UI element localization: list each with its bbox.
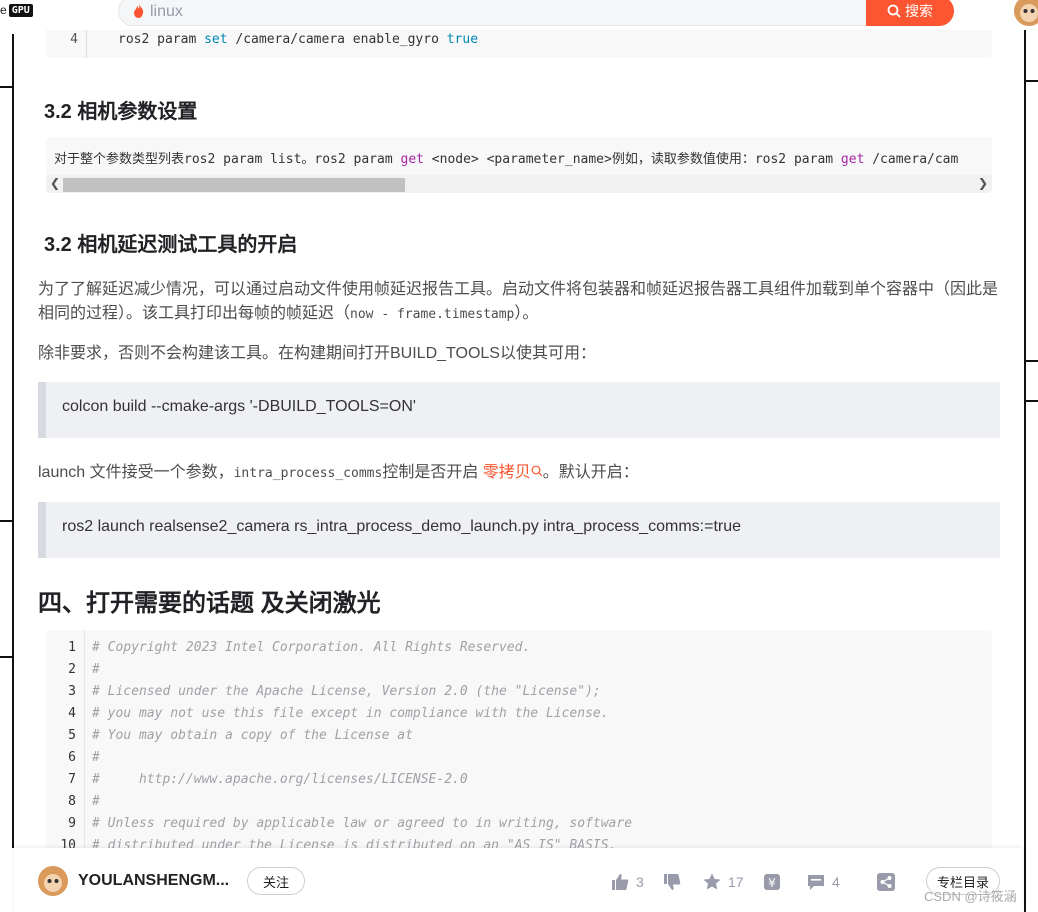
line-number: 8 [68,794,76,809]
frame-tick [1026,360,1038,362]
horizontal-scrollbar[interactable]: ❮ ❯ [46,175,992,193]
dislike-button[interactable] [662,872,682,892]
command-quote-build: colcon build --cmake-args '-DBUILD_TOOLS… [38,382,1000,438]
line-number: 6 [68,750,76,765]
frame-tick [1026,400,1038,402]
command-text: ros2 launch realsense2_camera rs_intra_p… [62,518,742,535]
search-input[interactable] [150,2,850,22]
paragraph-launch-param: launch 文件接受一个参数，intra_process_comms控制是否开… [38,464,639,481]
watermark: CSDN @诗筱涵 [924,889,1017,904]
search-button[interactable]: 搜索 [866,0,954,26]
code-line: 4 # you may not use this file except in c… [46,706,992,728]
line-number: 9 [68,816,76,831]
yuan-icon: ¥ [764,874,780,890]
author-avatar[interactable] [38,866,68,896]
flame-icon [134,4,144,18]
command-quote-launch: ros2 launch realsense2_camera rs_intra_p… [38,502,1000,558]
top-toolbar: e GPU 搜索 [0,0,1038,30]
code-line: 8 # [46,794,992,816]
favorite-count: 17 [728,874,744,890]
share-button[interactable] [876,872,896,892]
author-avatar-icon [38,866,68,896]
code-line: 2 # [46,662,992,684]
favorite-button[interactable]: 17 [702,872,744,892]
search-link-icon[interactable] [531,465,543,477]
code-comment: # [92,750,100,765]
follow-button[interactable]: 关注 [247,867,305,895]
code-line: ros2 param set /camera/camera enable_gyr… [118,32,479,47]
comment-button[interactable]: 4 [806,872,840,892]
code-block-license: 1 # Copyright 2023 Intel Corporation. All… [46,630,992,848]
paragraph-build-tools: 除非要求，否则不会构建该工具。在构建期间打开BUILD_TOOLS以使其可用： [38,345,596,362]
line-number: 3 [68,684,76,699]
code-line: 3 # Licensed under the Apache License, Ve… [46,684,992,706]
code-line: 7 # http://www.apache.org/licenses/LICENS… [46,772,992,794]
code-comment: # Licensed under the Apache License, Ver… [92,684,601,699]
gpu-badge: GPU [8,3,33,17]
share-icon [877,873,895,891]
search-button-label: 搜索 [905,3,933,19]
section-heading-latency-tool: 3.2 相机延迟测试工具的开启 [44,234,298,256]
zero-copy-link[interactable]: 零拷贝 [483,464,531,481]
code-comment: # You may obtain a copy of the License a… [92,728,413,743]
comment-count: 4 [832,874,840,890]
section-heading-camera-params: 3.2 相机参数设置 [44,101,198,123]
section-heading-topics: 四、打开需要的话题 及关闭激光 [38,590,381,617]
code-line: 10 # distributed under the License is dis… [46,838,992,848]
frame-tick [0,656,12,658]
avatar-image-icon [1014,0,1038,26]
reward-button[interactable]: ¥ [762,872,782,892]
code-line: 6 # [46,750,992,772]
star-icon [703,873,721,890]
command-text: colcon build --cmake-args '-DBUILD_TOOLS… [62,398,416,415]
brand-prefix: e [0,3,7,17]
inline-code-text: 对于整个参数类型列表ros2 param list。ros2 param get… [54,152,959,167]
code-line: 9 # Unless required by applicable law or … [46,816,992,838]
code-comment: # distributed under the License is distr… [92,838,617,848]
frame-tick [1026,80,1038,82]
frame-tick [0,520,12,522]
search-icon [887,4,901,18]
scroll-right-arrow-icon[interactable]: ❯ [978,176,988,190]
paragraph-latency-intro: 为了了解延迟减少情况，可以通过启动文件使用帧延迟报告工具。启动文件将包装器和帧延… [38,281,999,322]
author-name[interactable]: YOULANSHENGM... [78,872,229,890]
bottom-action-bar: YOULANSHENGM... 关注 3 17 ¥ 4 专栏目录 CSDN @诗… [14,848,1022,912]
code-comment: # http://www.apache.org/licenses/LICENSE… [92,772,468,787]
user-avatar[interactable] [1014,0,1038,26]
scroll-left-arrow-icon[interactable]: ❮ [50,176,60,190]
svg-text:¥: ¥ [768,876,776,890]
code-comment: # [92,662,100,677]
frame-tick [0,86,12,88]
right-frame [1024,30,1038,912]
code-comment: # you may not use this file except in co… [92,706,609,721]
line-number: 1 [68,640,76,655]
comment-icon [808,875,824,890]
code-comment: # Unless required by applicable law or a… [92,816,633,831]
line-number: 5 [68,728,76,743]
thumbs-up-icon [612,874,629,890]
code-comment: # [92,794,100,809]
line-number: 2 [68,662,76,677]
article-content: 4 ros2 param set /camera/camera enable_g… [14,30,1022,848]
code-line: 1 # Copyright 2023 Intel Corporation. All… [46,640,992,662]
like-count: 3 [636,874,644,890]
like-button[interactable]: 3 [610,872,644,892]
line-number: 4 [70,32,78,47]
gpu-brand[interactable]: e GPU [0,3,33,17]
code-block-top: 4 ros2 param set /camera/camera enable_g… [46,30,992,58]
line-number: 4 [68,706,76,721]
code-line: 5 # You may obtain a copy of the License … [46,728,992,750]
line-number: 7 [68,772,76,787]
code-comment: # Copyright 2023 Intel Corporation. All … [92,640,531,655]
scrollbar-thumb[interactable] [63,178,405,192]
inline-code-block: 对于整个参数类型列表ros2 param list。ros2 param get… [46,137,992,193]
line-number: 10 [60,838,76,848]
thumbs-down-icon [664,874,681,890]
